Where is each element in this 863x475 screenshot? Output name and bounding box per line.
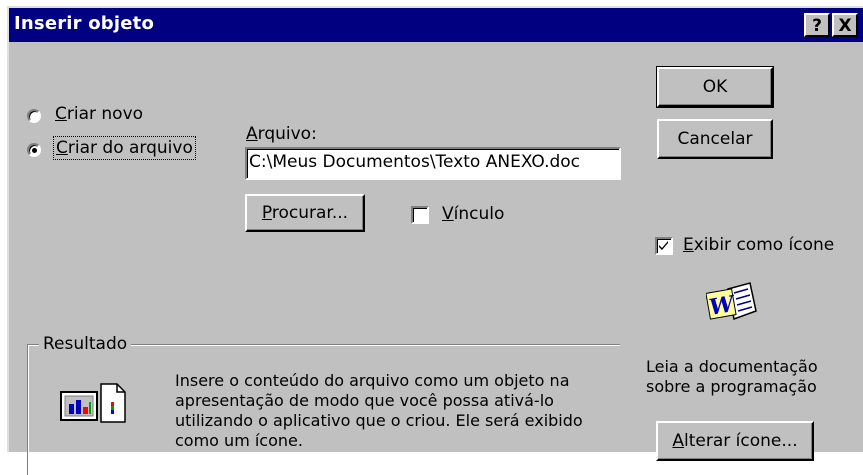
browse-button-text: P [261, 203, 272, 223]
icon-caption: Leia a documentação sobre a programação [646, 357, 818, 396]
insert-object-dialog: Inserir objeto ? X Criar novo Criar do a… [7, 6, 863, 475]
create-from-file-label[interactable]: Criar do arquivo [53, 136, 196, 160]
create-new-label[interactable]: Criar novo [55, 104, 143, 124]
create-new-radio[interactable] [27, 109, 41, 123]
display-as-icon-checkbox[interactable] [655, 237, 673, 255]
display-as-icon-text: E [683, 235, 694, 255]
file-label: Arquivo: [246, 124, 317, 144]
result-description: Insere o conteúdo do arquivo como um obj… [175, 371, 583, 450]
link-label[interactable]: Vínculo [442, 204, 504, 224]
word-document-icon: W [705, 281, 758, 329]
close-button[interactable]: X [832, 13, 858, 37]
change-icon-button-text: A [672, 431, 685, 451]
file-label-text: A [246, 124, 258, 144]
link-label-text: V [442, 204, 454, 224]
create-from-file-radio[interactable] [27, 143, 41, 157]
change-icon-button[interactable]: Alterar ícone... [656, 421, 814, 461]
result-group-label: Resultado [39, 334, 132, 354]
radio-selected-dot [32, 148, 37, 153]
ok-button[interactable]: OK [656, 66, 774, 108]
create-from-file-text: C [56, 138, 68, 158]
browse-button[interactable]: Procurar... [245, 194, 365, 232]
checkmark-icon [659, 241, 668, 250]
title-bar[interactable]: Inserir objeto ? X [9, 8, 863, 42]
object-file-icon [57, 376, 133, 426]
dialog-title: Inserir objeto [14, 13, 155, 34]
link-checkbox[interactable] [411, 206, 429, 224]
cancel-button[interactable]: Cancelar [657, 119, 773, 159]
help-button[interactable]: ? [804, 13, 830, 37]
file-path-input[interactable]: C:\Meus Documentos\Texto ANEXO.doc [245, 147, 621, 180]
display-as-icon-label[interactable]: Exibir como ícone [683, 235, 834, 255]
create-new-text: C [55, 104, 67, 124]
